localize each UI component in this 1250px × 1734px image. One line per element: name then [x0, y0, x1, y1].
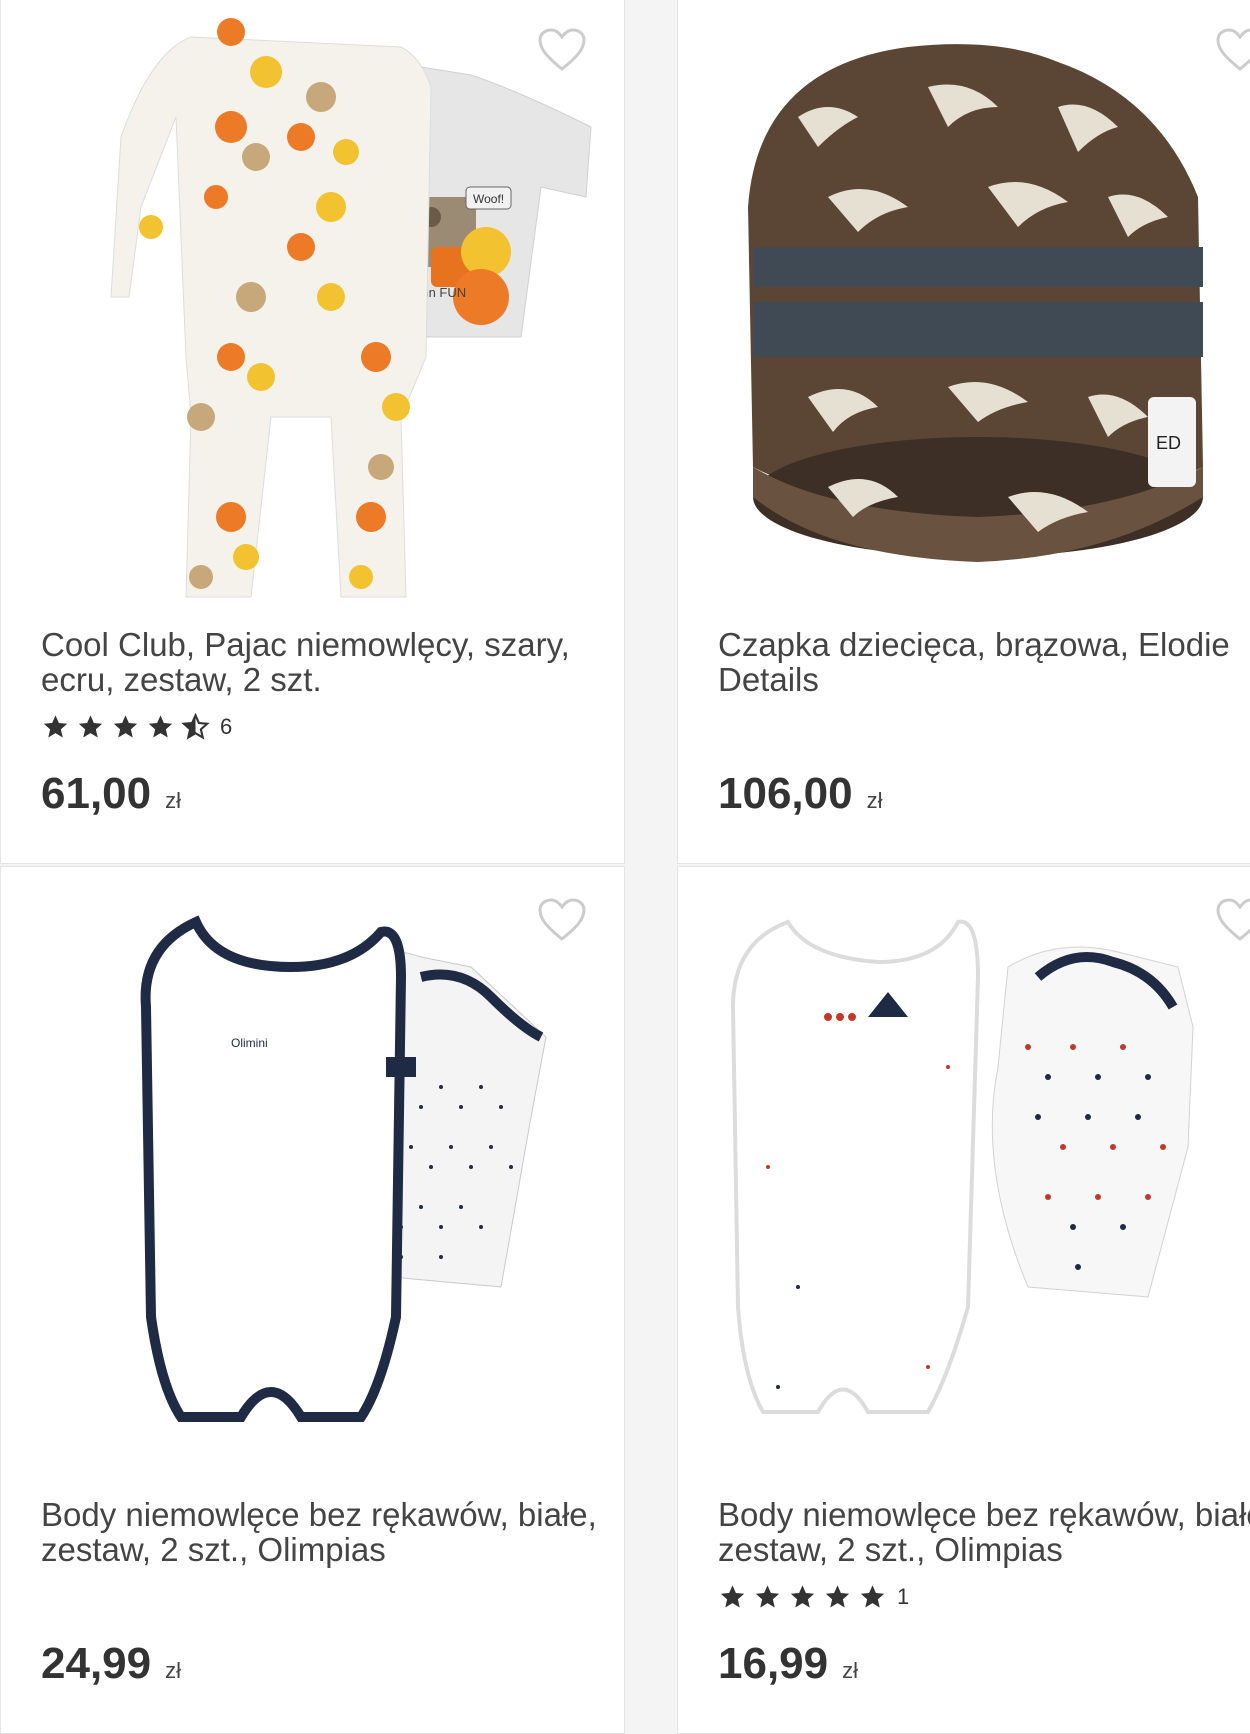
rating-stars [41, 713, 210, 741]
product-price: 16,99 zł [718, 1639, 858, 1689]
star-icon [148, 715, 173, 738]
rating-count: 1 [897, 1584, 910, 1609]
product-rating: 1 [718, 1582, 909, 1612]
product-image[interactable]: ED [678, 0, 1250, 617]
product-image[interactable]: Woof! Autumn FUN [1, 0, 624, 617]
product-rating: 6 [41, 712, 232, 742]
star-icon [720, 1585, 745, 1608]
half-star-icon [181, 713, 210, 740]
rating-count: 6 [220, 714, 233, 739]
product-title[interactable]: Czapka dziecięca, brązowa, Elodie Detail… [718, 627, 1250, 697]
product-title[interactable]: Body niemowlęce bez rękawów, białe, zest… [718, 1497, 1250, 1567]
product-price: 106,00 zł [718, 769, 882, 819]
price-value: 61,00 [41, 769, 152, 818]
star-icon [755, 1585, 780, 1608]
product-title[interactable]: Cool Club, Pajac niemowlęcy, szary, ecru… [41, 627, 601, 697]
price-currency: zł [866, 788, 883, 813]
product-image[interactable] [678, 867, 1250, 1487]
product-grid: Woof! Autumn FUN Cool Club, Pajac niemow… [0, 0, 1250, 1734]
image-label: Woof! [473, 192, 504, 206]
price-currency: zł [842, 1658, 858, 1683]
svg-text:Olimini: Olimini [231, 1036, 268, 1050]
product-image[interactable]: Olimini [1, 867, 624, 1487]
star-icon [43, 715, 68, 738]
star-icon [790, 1585, 815, 1608]
image-label: ED [1156, 433, 1181, 453]
star-icon [78, 715, 103, 738]
price-currency: zł [165, 1658, 181, 1683]
product-card[interactable]: Olimini Body niemowlęce bez rękawów, bia… [0, 866, 625, 1734]
product-price: 61,00 zł [41, 769, 181, 819]
rating-stars [718, 1583, 887, 1611]
price-value: 16,99 [718, 1639, 829, 1688]
price-value: 24,99 [41, 1639, 152, 1688]
price-currency: zł [165, 788, 181, 813]
favorite-heart-icon[interactable] [537, 27, 587, 73]
favorite-heart-icon[interactable] [537, 897, 587, 943]
favorite-heart-icon[interactable] [1215, 27, 1250, 73]
price-value: 106,00 [718, 769, 853, 818]
star-icon [113, 715, 138, 738]
product-price: 24,99 zł [41, 1639, 181, 1689]
product-card[interactable]: Woof! Autumn FUN Cool Club, Pajac niemow… [0, 0, 625, 864]
star-icon [825, 1585, 850, 1608]
star-icon [860, 1585, 885, 1608]
product-card[interactable]: Body niemowlęce bez rękawów, białe, zest… [677, 866, 1250, 1734]
product-card[interactable]: ED Czapka dziecięca, brązowa, Elodie Det… [677, 0, 1250, 864]
product-title[interactable]: Body niemowlęce bez rękawów, białe, zest… [41, 1497, 601, 1567]
favorite-heart-icon[interactable] [1215, 897, 1250, 943]
